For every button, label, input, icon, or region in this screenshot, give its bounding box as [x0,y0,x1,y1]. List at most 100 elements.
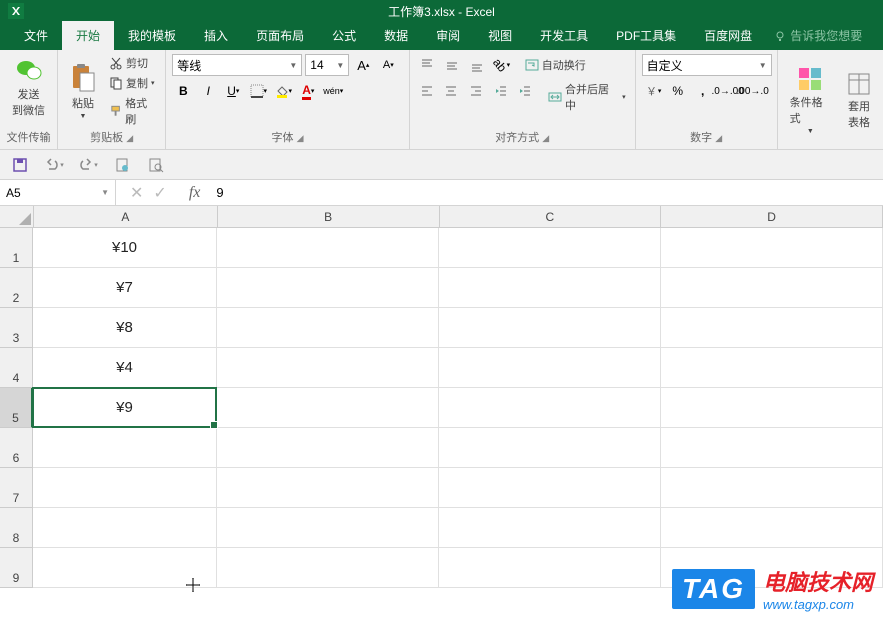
tab-review[interactable]: 审阅 [422,21,474,50]
row-header[interactable]: 8 [0,508,33,548]
align-right-button[interactable] [465,80,487,102]
tab-formula[interactable]: 公式 [318,21,370,50]
cell[interactable] [661,508,883,548]
increase-decimal-button[interactable]: .0→.00 [717,80,739,102]
cell[interactable] [661,388,883,428]
wrap-text-button[interactable]: 自动换行 [522,54,589,76]
tab-templates[interactable]: 我的模板 [114,21,190,50]
accounting-format-button[interactable]: ￥▾ [642,80,664,102]
undo-button[interactable]: ▾ [44,155,64,175]
fill-color-button[interactable]: ▾ [272,80,294,102]
cell[interactable] [217,428,439,468]
tab-baidu[interactable]: 百度网盘 [690,21,766,50]
qat-item-2[interactable] [146,155,166,175]
cell[interactable] [217,228,439,268]
cell[interactable] [33,428,217,468]
tab-insert[interactable]: 插入 [190,21,242,50]
tab-pdf[interactable]: PDF工具集 [602,21,690,50]
send-wechat-button[interactable]: 发送 到微信 [6,54,51,120]
redo-button[interactable]: ▾ [78,155,98,175]
row-header[interactable]: 2 [0,268,33,308]
enter-formula-button[interactable]: ✓ [153,183,166,203]
cell[interactable] [661,428,883,468]
cell[interactable]: ¥4 [33,348,217,388]
font-size-combo[interactable]: 14▼ [305,54,349,76]
cell[interactable] [33,508,217,548]
merge-center-button[interactable]: 合并后居中 ▾ [545,80,628,114]
decrease-indent-button[interactable] [490,80,512,102]
decrease-font-button[interactable]: A▾ [377,54,399,76]
underline-button[interactable]: U▾ [222,80,244,102]
cell[interactable]: ¥8 [33,308,217,348]
italic-button[interactable]: I [197,80,219,102]
cell[interactable] [217,348,439,388]
cell[interactable] [661,268,883,308]
cell[interactable] [217,268,439,308]
cell[interactable] [33,548,217,588]
font-color-button[interactable]: A▾ [297,80,319,102]
cell[interactable] [439,348,661,388]
row-header[interactable]: 6 [0,428,33,468]
align-center-button[interactable] [440,80,462,102]
row-header[interactable]: 9 [0,548,33,588]
cell[interactable]: ¥7 [33,268,217,308]
cell[interactable] [217,308,439,348]
fx-label[interactable]: fx [181,184,209,202]
cell[interactable] [217,468,439,508]
align-top-button[interactable] [416,54,438,76]
number-format-combo[interactable]: 自定义▼ [642,54,772,76]
cell[interactable] [439,308,661,348]
cell[interactable] [217,508,439,548]
phonetic-button[interactable]: wén▾ [322,80,344,102]
font-name-combo[interactable]: 等线▼ [172,54,302,76]
row-header[interactable]: 3 [0,308,33,348]
formula-bar[interactable]: 9 [208,185,883,200]
cell[interactable] [439,428,661,468]
tell-me[interactable]: 告诉我您想要 [766,21,870,50]
cell[interactable] [439,228,661,268]
column-header-a[interactable]: A [34,206,218,227]
align-middle-button[interactable] [441,54,463,76]
cell[interactable] [217,388,439,428]
cell[interactable] [439,508,661,548]
cut-button[interactable]: 剪切 [106,54,159,72]
name-box[interactable]: A5 ▼ [0,180,116,205]
percent-button[interactable]: % [667,80,689,102]
tab-file[interactable]: 文件 [10,21,62,50]
cells-area[interactable]: ¥10¥7¥8¥4¥9 [33,228,883,588]
cell[interactable]: ¥10 [33,228,217,268]
cell[interactable] [661,228,883,268]
format-painter-button[interactable]: 格式刷 [106,94,159,128]
cell[interactable] [439,268,661,308]
column-header-d[interactable]: D [661,206,883,227]
tab-layout[interactable]: 页面布局 [242,21,318,50]
table-styles-button[interactable]: 套用 表格 [841,54,877,147]
copy-button[interactable]: 复制 ▾ [106,74,159,92]
cancel-formula-button[interactable]: ✕ [130,183,143,203]
row-header[interactable]: 5 [0,388,33,428]
cell[interactable] [439,388,661,428]
cell[interactable] [661,468,883,508]
border-button[interactable]: ▾ [247,80,269,102]
decrease-decimal-button[interactable]: .00→.0 [742,80,764,102]
paste-button[interactable]: 粘贴 ▼ [64,54,102,129]
cell[interactable] [439,548,661,588]
cell[interactable] [217,548,439,588]
tab-data[interactable]: 数据 [370,21,422,50]
select-all-button[interactable] [0,206,34,227]
tab-dev[interactable]: 开发工具 [526,21,602,50]
cell[interactable] [661,308,883,348]
tab-home[interactable]: 开始 [62,21,114,50]
row-header[interactable]: 4 [0,348,33,388]
cell[interactable]: ¥9 [33,388,217,428]
save-button[interactable] [10,155,30,175]
bold-button[interactable]: B [172,80,194,102]
row-header[interactable]: 1 [0,228,33,268]
column-header-b[interactable]: B [218,206,440,227]
align-left-button[interactable] [416,80,438,102]
cell[interactable] [661,348,883,388]
row-header[interactable]: 7 [0,468,33,508]
conditional-format-button[interactable]: 条件格式 ▼ [784,54,837,147]
qat-item-1[interactable] [112,155,132,175]
increase-font-button[interactable]: A▴ [352,54,374,76]
